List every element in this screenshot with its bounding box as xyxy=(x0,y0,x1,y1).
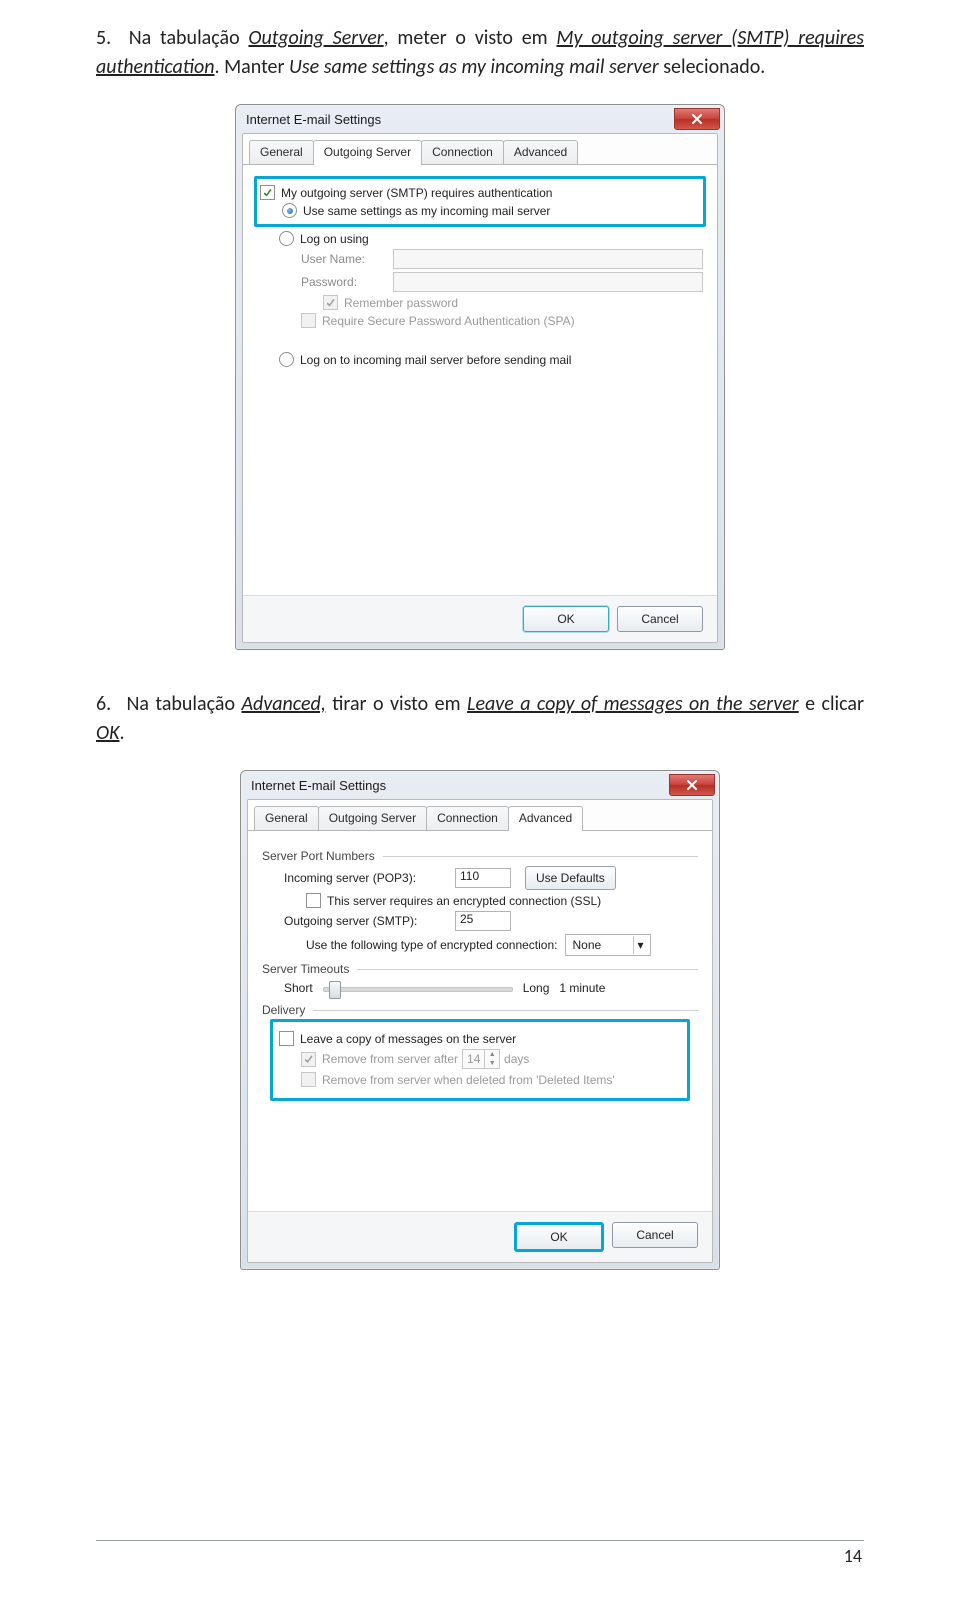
input-user-name[interactable] xyxy=(393,249,703,269)
label-password: Password: xyxy=(301,275,393,289)
input-smtp-port[interactable]: 25 xyxy=(455,911,511,931)
page-number: 14 xyxy=(96,1545,864,1567)
group-server-timeouts: Server Timeouts xyxy=(262,962,698,976)
spinner-up-icon: ▲ xyxy=(485,1050,499,1059)
dialog-title: Internet E-mail Settings xyxy=(246,112,381,127)
checkbox-remove-deleted[interactable] xyxy=(301,1072,316,1087)
label-days: days xyxy=(504,1052,529,1066)
close-button[interactable] xyxy=(669,774,715,796)
dialog-advanced: Internet E-mail Settings General Outgoin… xyxy=(240,770,720,1270)
group-delivery: Delivery xyxy=(262,1003,698,1017)
tab-outgoing-server[interactable]: Outgoing Server xyxy=(318,806,427,830)
ok-button[interactable]: OK xyxy=(514,1222,604,1252)
group-server-ports: Server Port Numbers xyxy=(262,849,698,863)
close-icon xyxy=(691,114,703,124)
checkbox-smtp-auth[interactable] xyxy=(260,185,275,200)
close-button[interactable] xyxy=(674,108,720,130)
label-spa: Require Secure Password Authentication (… xyxy=(322,314,575,328)
checkbox-ssl[interactable] xyxy=(306,893,321,908)
label-timeout-value: 1 minute xyxy=(559,981,605,995)
label-smtp-auth: My outgoing server (SMTP) requires authe… xyxy=(281,186,552,200)
label-pop3: Incoming server (POP3): xyxy=(284,871,449,885)
cancel-button[interactable]: Cancel xyxy=(617,606,703,632)
titlebar: Internet E-mail Settings xyxy=(236,105,724,133)
tab-connection[interactable]: Connection xyxy=(426,806,509,830)
cancel-button[interactable]: Cancel xyxy=(612,1222,698,1248)
label-same-settings: Use same settings as my incoming mail se… xyxy=(303,204,550,218)
spinner-down-icon: ▼ xyxy=(485,1059,499,1068)
label-remove-after: Remove from server after xyxy=(322,1052,458,1066)
label-leave-copy: Leave a copy of messages on the server xyxy=(300,1032,516,1046)
label-log-on-using: Log on using xyxy=(300,232,369,246)
spinner-days[interactable]: 14 ▲▼ xyxy=(462,1049,500,1069)
label-user-name: User Name: xyxy=(301,252,393,266)
radio-log-on-using[interactable] xyxy=(279,231,294,246)
step5-text: 5. Na tabulação Outgoing Server, meter o… xyxy=(96,24,864,82)
close-icon xyxy=(686,780,698,790)
tab-advanced[interactable]: Advanced xyxy=(503,140,578,164)
tab-connection[interactable]: Connection xyxy=(421,140,504,164)
label-remove-deleted: Remove from server when deleted from 'De… xyxy=(322,1073,615,1087)
radio-log-on-before[interactable] xyxy=(279,352,294,367)
checkbox-leave-copy[interactable] xyxy=(279,1031,294,1046)
label-log-on-before: Log on to incoming mail server before se… xyxy=(300,353,571,367)
label-short: Short xyxy=(284,981,313,995)
label-smtp: Outgoing server (SMTP): xyxy=(284,914,449,928)
titlebar: Internet E-mail Settings xyxy=(241,771,719,799)
checkbox-remember-password[interactable] xyxy=(323,295,338,310)
highlight-box: My outgoing server (SMTP) requires authe… xyxy=(254,176,706,227)
step6-text: 6. Na tabulação Advanced, tirar o visto … xyxy=(96,690,864,748)
tab-general[interactable]: General xyxy=(254,806,319,830)
timeout-slider[interactable] xyxy=(323,979,513,997)
checkbox-spa[interactable] xyxy=(301,313,316,328)
label-ssl: This server requires an encrypted connec… xyxy=(327,894,601,908)
tab-strip: General Outgoing Server Connection Advan… xyxy=(248,800,712,831)
select-encryption[interactable]: None ▾ xyxy=(565,934,651,956)
radio-same-settings[interactable] xyxy=(282,203,297,218)
tab-general[interactable]: General xyxy=(249,140,314,164)
checkbox-remove-after[interactable] xyxy=(301,1052,316,1067)
ok-button[interactable]: OK xyxy=(523,606,609,632)
tab-outgoing-server[interactable]: Outgoing Server xyxy=(313,140,422,165)
dialog-title: Internet E-mail Settings xyxy=(251,778,386,793)
label-long: Long xyxy=(523,981,550,995)
input-pop3-port[interactable]: 110 xyxy=(455,868,511,888)
use-defaults-button[interactable]: Use Defaults xyxy=(525,866,616,890)
footer-divider xyxy=(96,1540,864,1541)
label-encryption: Use the following type of encrypted conn… xyxy=(306,938,557,952)
input-password[interactable] xyxy=(393,272,703,292)
chevron-down-icon: ▾ xyxy=(633,936,646,954)
dialog-outgoing-server: Internet E-mail Settings General Outgoin… xyxy=(235,104,725,650)
tab-strip: General Outgoing Server Connection Advan… xyxy=(243,134,717,165)
label-remember-password: Remember password xyxy=(344,296,458,310)
tab-advanced[interactable]: Advanced xyxy=(508,806,583,831)
highlight-box-delivery: Leave a copy of messages on the server R… xyxy=(270,1019,690,1101)
